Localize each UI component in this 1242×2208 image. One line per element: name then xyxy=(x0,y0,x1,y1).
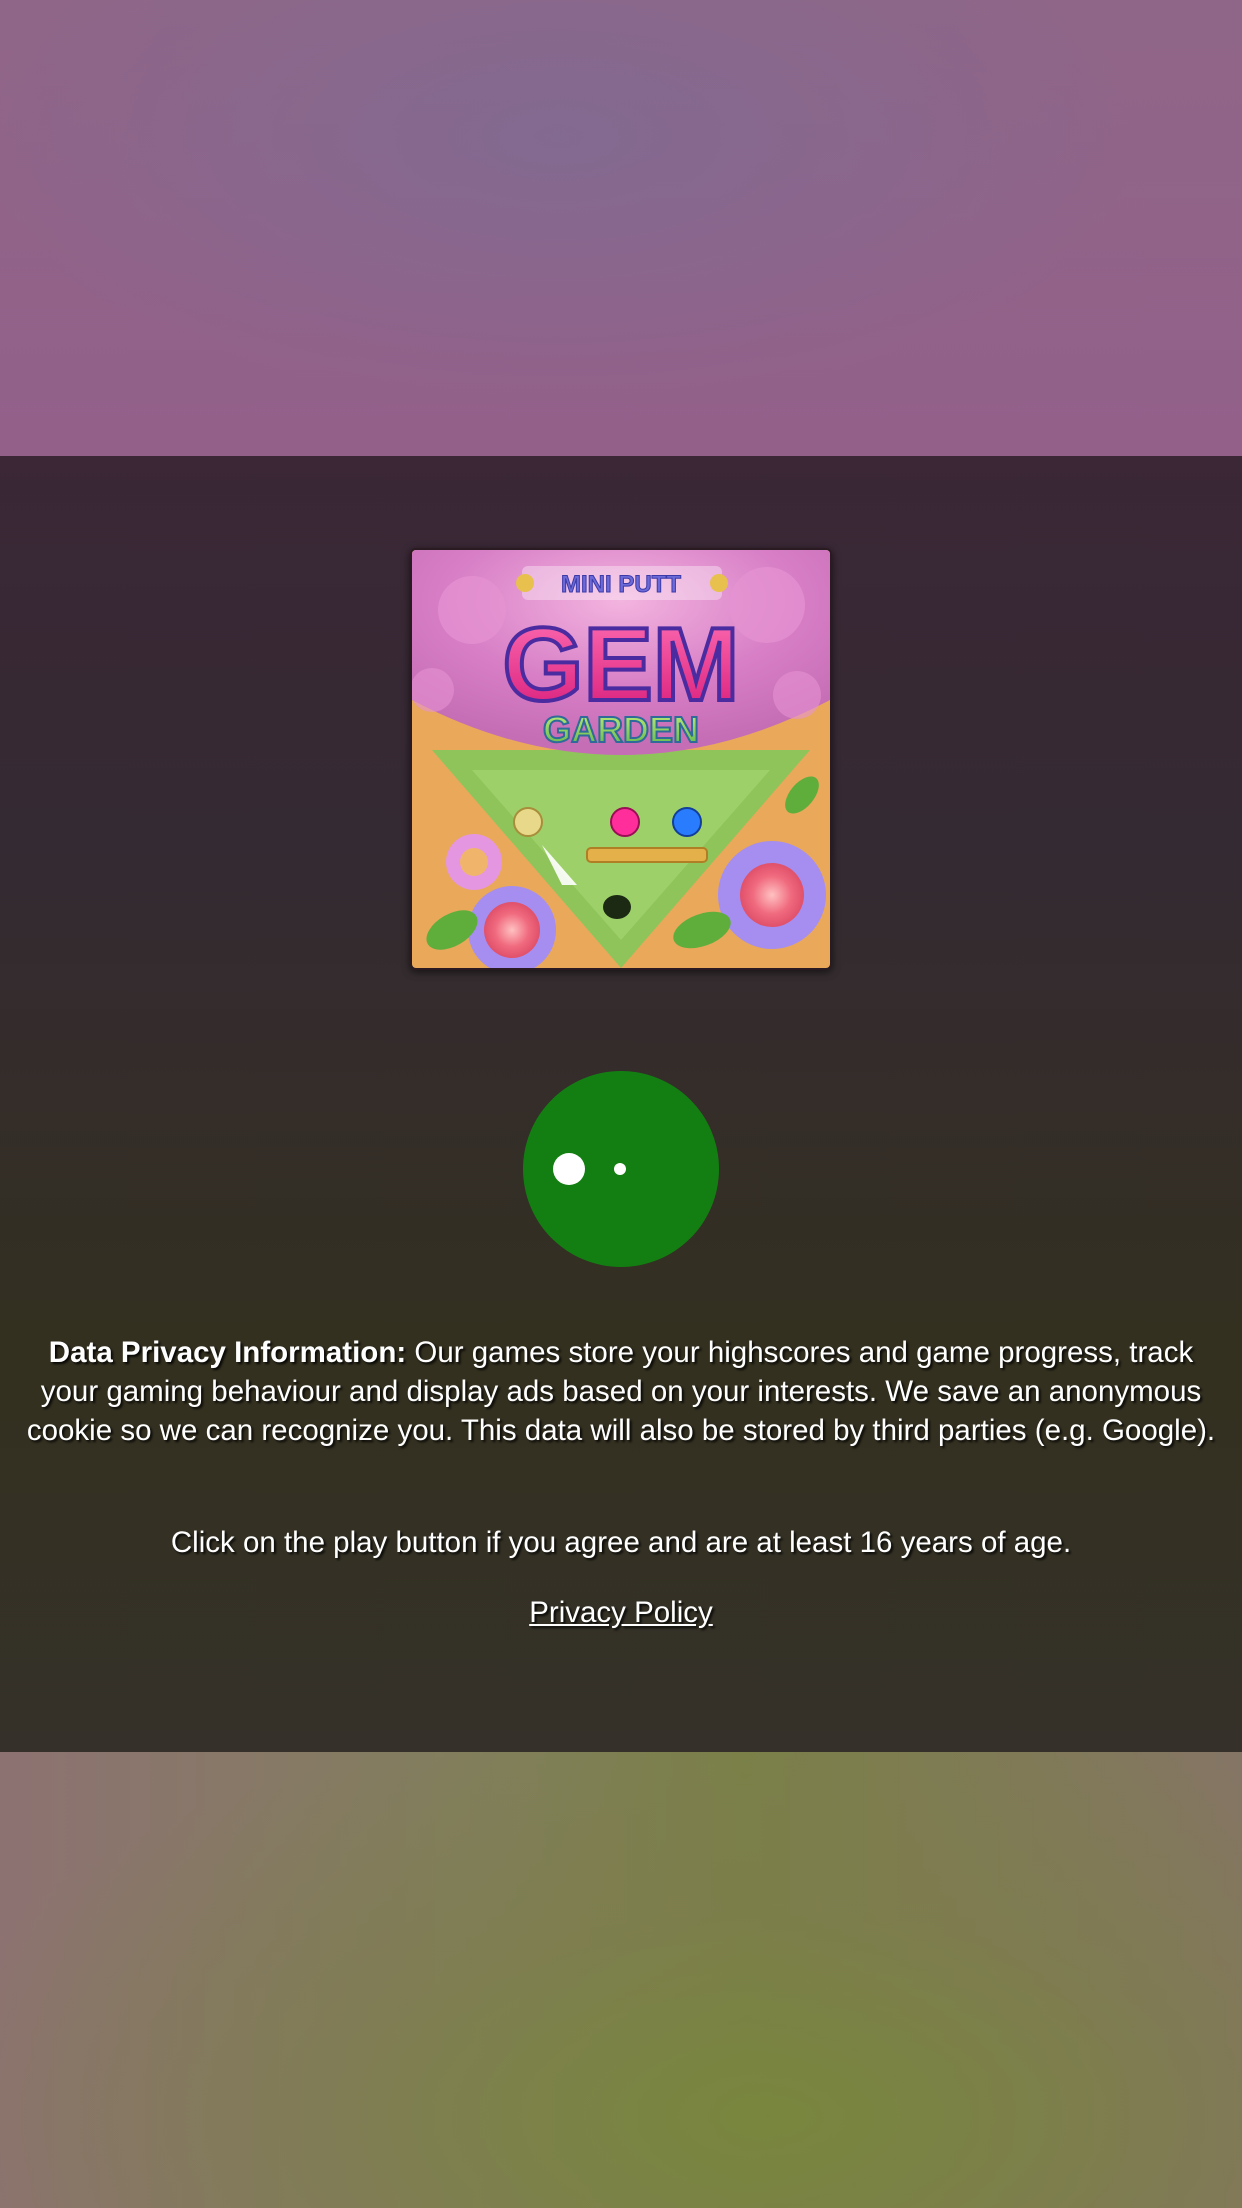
background-bottom xyxy=(0,1752,1242,2208)
svg-text:GEM: GEM xyxy=(503,607,740,723)
play-button[interactable] xyxy=(523,1071,719,1267)
privacy-policy-link[interactable]: Privacy Policy xyxy=(529,1596,713,1629)
svg-text:MINI PUTT: MINI PUTT xyxy=(561,571,681,598)
privacy-info-text: Data Privacy Information: Our games stor… xyxy=(24,1333,1218,1450)
privacy-heading: Data Privacy Information: xyxy=(48,1336,407,1369)
age-consent-text: Click on the play button if you agree an… xyxy=(170,1526,1072,1559)
privacy-policy-container: Privacy Policy xyxy=(0,1593,1242,1632)
loading-dot-small-icon xyxy=(614,1163,626,1175)
background-top xyxy=(0,0,1242,456)
svg-text:GARDEN: GARDEN xyxy=(543,709,699,750)
game-thumbnail: MINI PUTT GEM GARDEN xyxy=(410,548,832,970)
loading-dot-icon xyxy=(553,1153,585,1185)
